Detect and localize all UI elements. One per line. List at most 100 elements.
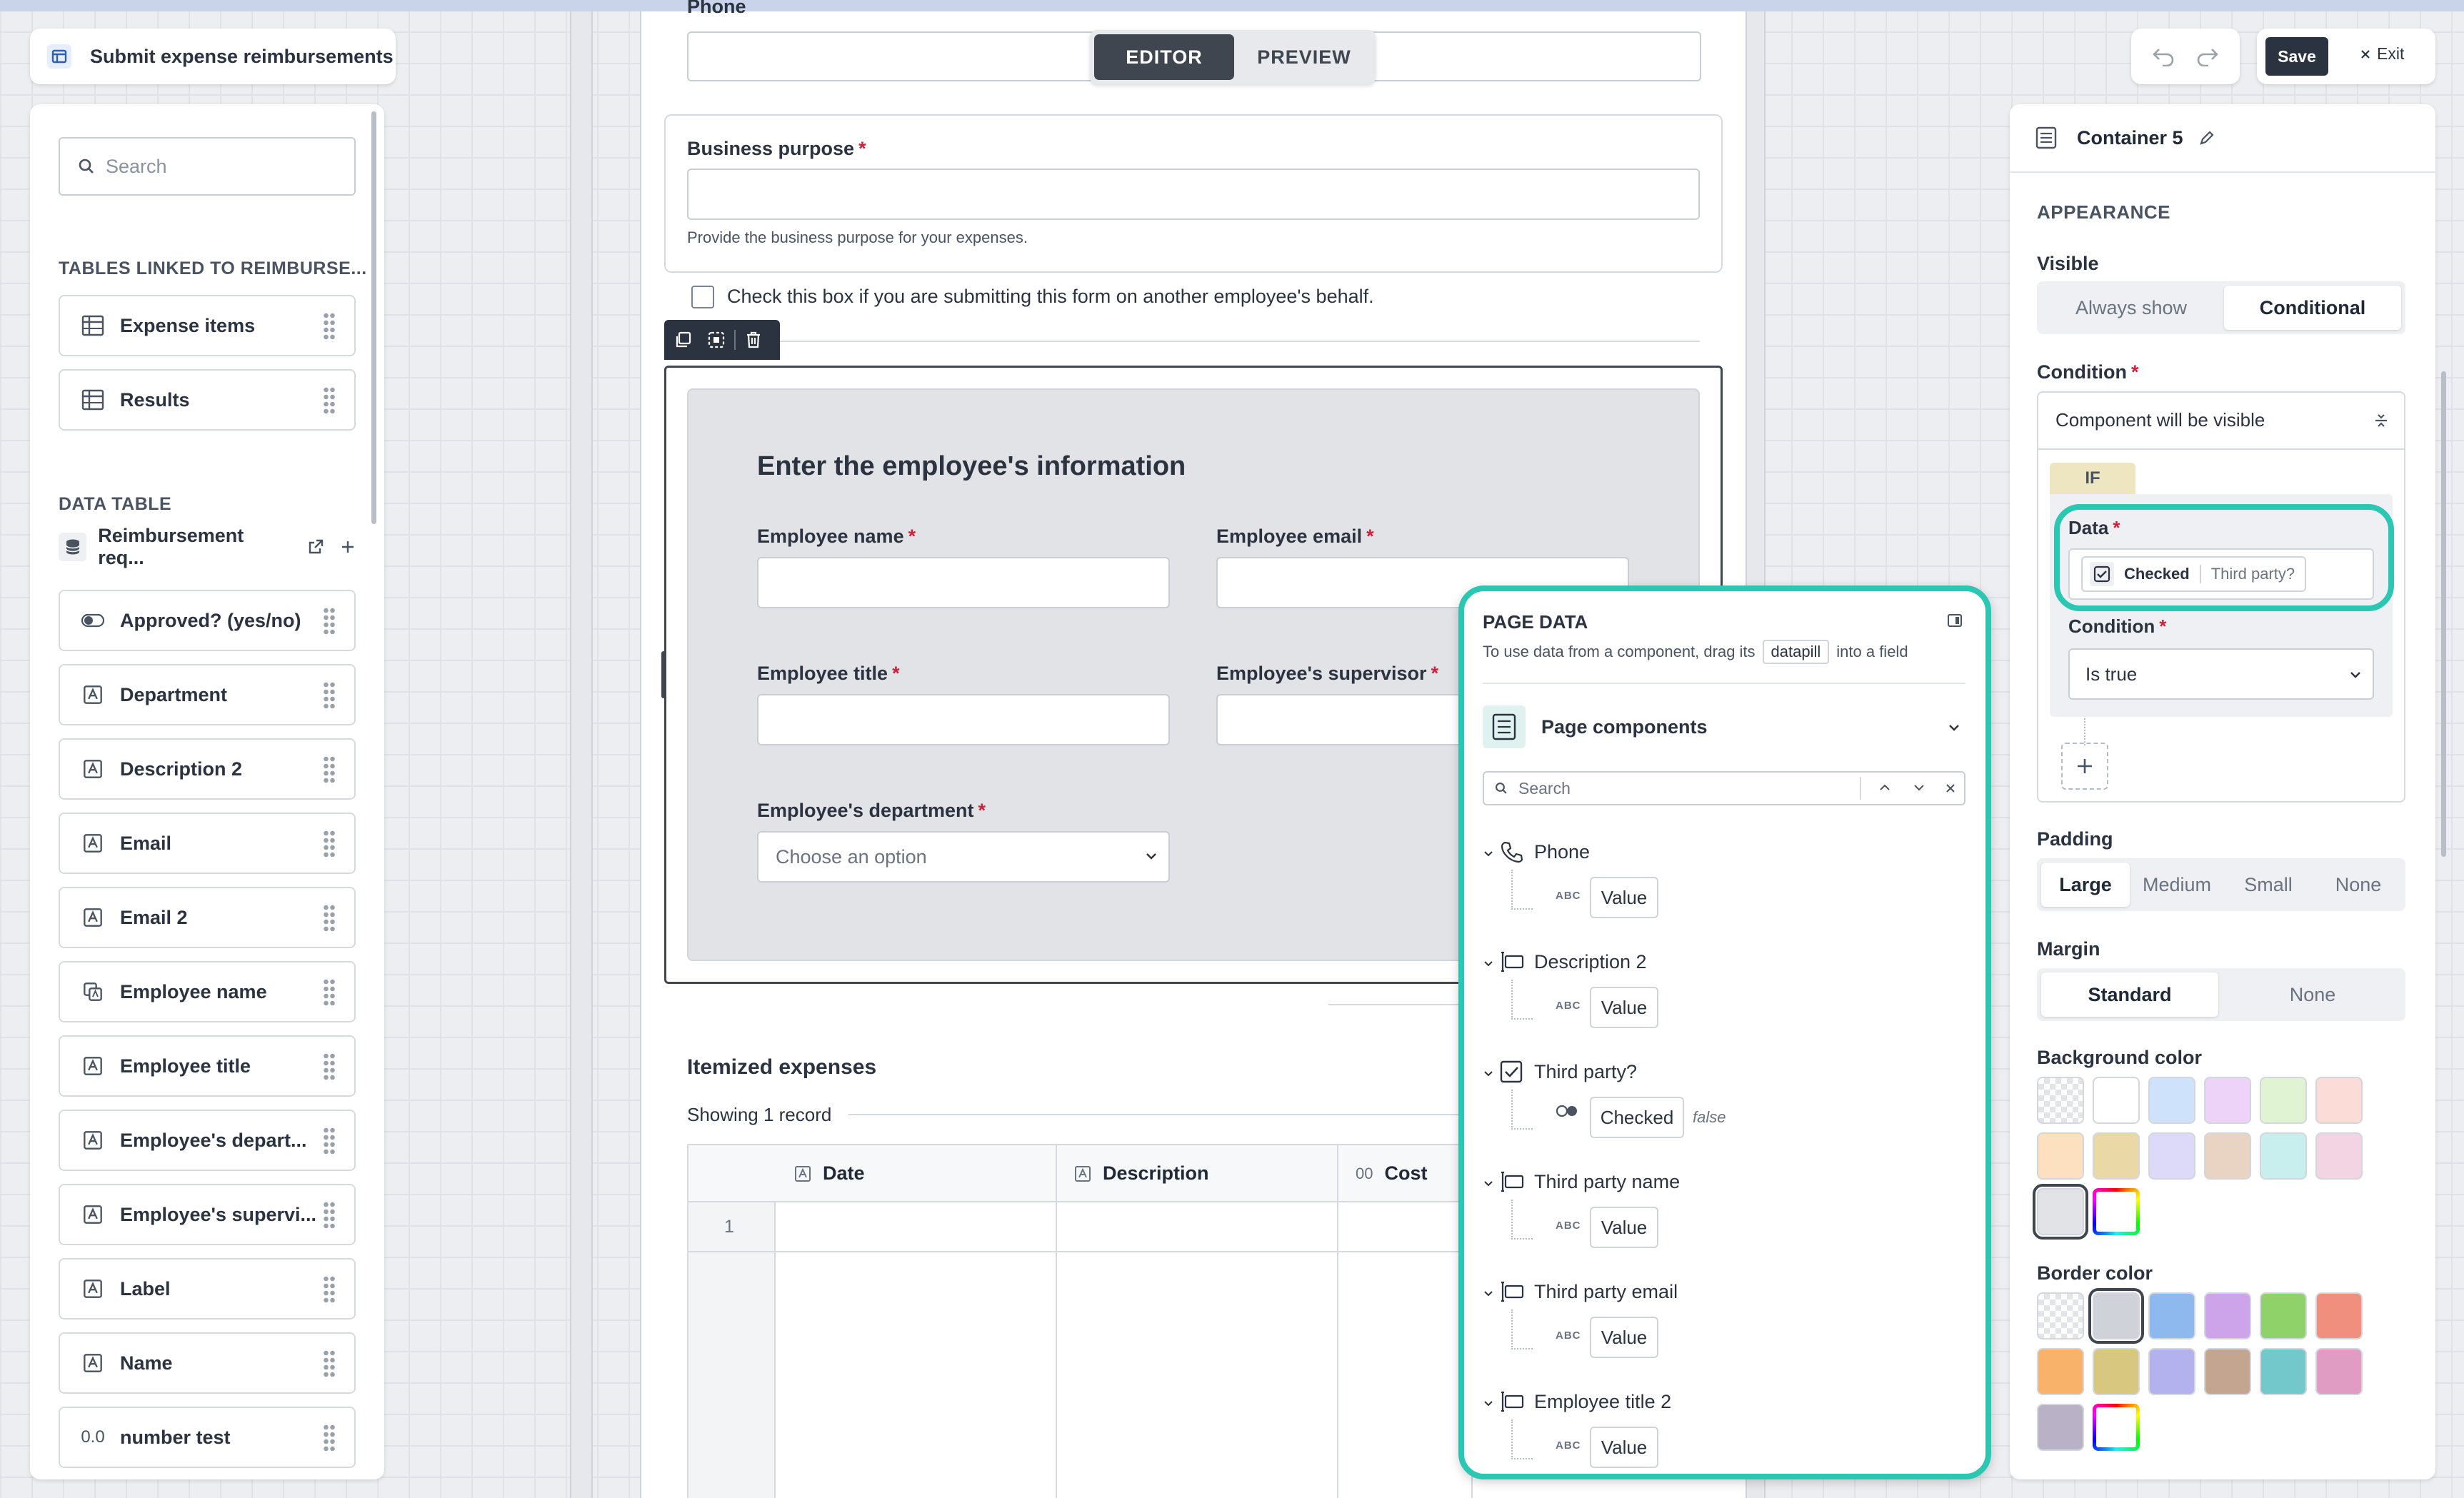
color-swatch[interactable] xyxy=(2148,1292,2195,1339)
color-swatch[interactable] xyxy=(2148,1132,2195,1180)
drag-handle-icon[interactable] xyxy=(323,755,336,785)
field-item[interactable]: Approved? (yes/no) xyxy=(59,590,356,651)
color-swatch[interactable] xyxy=(2204,1077,2251,1124)
column-header-description[interactable]: Description xyxy=(1074,1162,1209,1185)
save-button[interactable]: Save xyxy=(2265,37,2328,76)
visible-always-show[interactable]: Always show xyxy=(2041,286,2221,330)
color-swatch[interactable] xyxy=(2260,1292,2307,1339)
drag-handle-icon[interactable] xyxy=(323,1349,336,1379)
drag-handle-icon[interactable] xyxy=(323,1052,336,1082)
pencil-icon[interactable] xyxy=(2199,130,2215,146)
field-item[interactable]: Label xyxy=(59,1258,356,1319)
custom-color-swatch[interactable] xyxy=(2093,1404,2140,1451)
transparent-swatch[interactable] xyxy=(2037,1077,2084,1124)
chevron-down-icon[interactable] xyxy=(1483,1070,1494,1078)
business-purpose-input[interactable] xyxy=(687,169,1700,220)
field-item[interactable]: Employee's depart... xyxy=(59,1110,356,1171)
drag-handle-icon[interactable] xyxy=(323,1275,336,1305)
field-item[interactable]: Email xyxy=(59,813,356,874)
chevron-down-icon[interactable] xyxy=(1483,1290,1494,1298)
left-panel-scrollbar[interactable] xyxy=(371,111,376,524)
drag-handle-icon[interactable] xyxy=(323,978,336,1008)
search-input[interactable]: Search xyxy=(59,137,356,196)
container-resize-handle[interactable] xyxy=(661,651,666,698)
linked-table-results[interactable]: Results xyxy=(59,369,356,431)
transparent-swatch[interactable] xyxy=(2037,1292,2084,1339)
preview-tab[interactable]: PREVIEW xyxy=(1237,34,1371,80)
color-swatch[interactable] xyxy=(2315,1292,2363,1339)
field-item[interactable]: Email 2 xyxy=(59,887,356,948)
column-header-date[interactable]: Date xyxy=(794,1162,865,1185)
redo-icon[interactable] xyxy=(2195,46,2219,66)
column-header-cost[interactable]: 00 Cost xyxy=(1356,1162,1427,1185)
employee-title-input[interactable] xyxy=(757,694,1170,745)
datapill-chip[interactable]: Value xyxy=(1590,1317,1658,1358)
color-swatch[interactable] xyxy=(2315,1348,2363,1395)
color-swatch[interactable] xyxy=(2315,1077,2363,1124)
chevron-down-icon[interactable] xyxy=(1483,1180,1494,1188)
drag-handle-icon[interactable] xyxy=(323,681,336,711)
field-item[interactable]: Employee's supervi... xyxy=(59,1184,356,1245)
employee-name-input[interactable] xyxy=(757,557,1170,608)
color-swatch[interactable] xyxy=(2033,1184,2088,1240)
padding-small[interactable]: Small xyxy=(2224,863,2313,907)
padding-large[interactable]: Large xyxy=(2041,863,2130,907)
color-swatch[interactable] xyxy=(2315,1132,2363,1180)
color-swatch[interactable] xyxy=(2204,1292,2251,1339)
page-component-item[interactable]: Employee title 2 xyxy=(1496,1389,1671,1414)
datapill-chip[interactable]: Checked xyxy=(1590,1097,1684,1138)
duplicate-icon[interactable] xyxy=(674,331,693,349)
add-icon[interactable] xyxy=(340,539,356,555)
color-swatch[interactable] xyxy=(2260,1348,2307,1395)
linked-table-expense-items[interactable]: Expense items xyxy=(59,295,356,356)
color-swatch[interactable] xyxy=(2037,1132,2084,1180)
color-swatch[interactable] xyxy=(2088,1288,2144,1344)
properties-scrollbar[interactable] xyxy=(2441,371,2446,857)
table-row[interactable] xyxy=(688,1202,1474,1252)
datapill-chip[interactable]: Value xyxy=(1590,987,1658,1028)
drag-handle-icon[interactable] xyxy=(323,1127,336,1157)
color-swatch[interactable] xyxy=(2093,1132,2140,1180)
custom-color-swatch[interactable] xyxy=(2093,1188,2140,1235)
page-components-header[interactable]: Page components xyxy=(1483,703,1965,751)
field-item[interactable]: 0.0 number test xyxy=(59,1407,356,1468)
datapill-chip[interactable]: Value xyxy=(1590,1427,1658,1468)
select-parent-icon[interactable] xyxy=(707,331,726,349)
chevron-down-icon[interactable] xyxy=(1913,783,1925,793)
dock-panel-icon[interactable] xyxy=(1947,613,1963,628)
drag-handle-icon[interactable] xyxy=(323,904,336,934)
data-table-row[interactable]: Reimbursement req... xyxy=(59,525,356,568)
field-item[interactable]: Description 2 xyxy=(59,738,356,800)
add-condition-button[interactable] xyxy=(2061,743,2108,790)
visible-conditional[interactable]: Conditional xyxy=(2224,286,2401,330)
drag-handle-icon[interactable] xyxy=(323,312,336,342)
color-swatch[interactable] xyxy=(2204,1348,2251,1395)
undo-icon[interactable] xyxy=(2152,46,2176,66)
color-swatch[interactable] xyxy=(2093,1348,2140,1395)
color-swatch[interactable] xyxy=(2204,1132,2251,1180)
margin-none[interactable]: None xyxy=(2224,972,2401,1017)
page-data-search[interactable]: Search xyxy=(1483,771,1965,805)
color-swatch[interactable] xyxy=(2260,1077,2307,1124)
color-swatch[interactable] xyxy=(2148,1348,2195,1395)
condition-operator-select[interactable]: Is true xyxy=(2068,648,2374,700)
editor-tab[interactable]: EDITOR xyxy=(1094,34,1234,80)
drag-handle-icon[interactable] xyxy=(323,1201,336,1231)
drag-handle-icon[interactable] xyxy=(323,830,336,860)
drag-handle-icon[interactable] xyxy=(323,607,336,637)
third-party-checkbox[interactable] xyxy=(691,286,714,308)
chevron-down-icon[interactable] xyxy=(1483,850,1494,858)
color-swatch[interactable] xyxy=(2037,1348,2084,1395)
padding-medium[interactable]: Medium xyxy=(2133,863,2221,907)
employee-department-select[interactable]: Choose an option xyxy=(757,831,1170,883)
page-component-item[interactable]: Third party name xyxy=(1496,1170,1680,1194)
chevron-down-icon[interactable] xyxy=(1483,960,1494,968)
color-swatch[interactable] xyxy=(2260,1132,2307,1180)
page-component-item[interactable]: Phone xyxy=(1496,840,1590,864)
exit-button[interactable]: Exit xyxy=(2360,44,2404,64)
condition-summary-row[interactable]: Component will be visible xyxy=(2037,391,2405,450)
drag-handle-icon[interactable] xyxy=(323,386,336,416)
padding-none[interactable]: None xyxy=(2314,863,2403,907)
drag-handle-icon[interactable] xyxy=(323,1424,336,1454)
chevron-up-icon[interactable] xyxy=(1878,783,1891,793)
